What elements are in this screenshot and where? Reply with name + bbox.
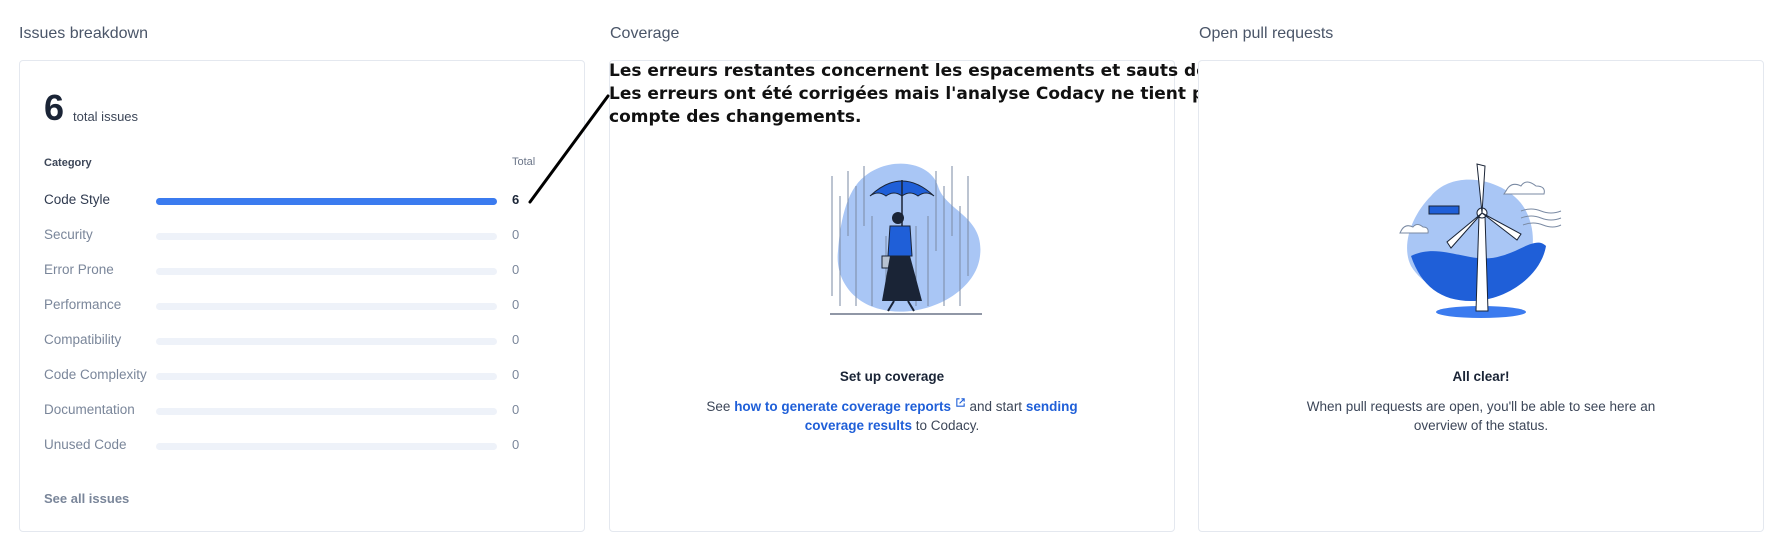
category-bar-track bbox=[156, 303, 497, 310]
category-row[interactable]: Error Prone 0 bbox=[20, 262, 584, 282]
annotation-line: compte des changements. bbox=[609, 107, 862, 127]
category-count: 0 bbox=[512, 437, 520, 452]
all-clear-text: When pull requests are open, you'll be a… bbox=[1199, 397, 1763, 435]
issues-breakdown-card: 6 total issues Category Total Code Style… bbox=[19, 60, 585, 532]
annotation-note: Les erreurs restantes concernent les esp… bbox=[609, 60, 1278, 129]
setup-coverage-text: See how to generate coverage reports and… bbox=[610, 397, 1174, 435]
category-header: Category bbox=[44, 157, 92, 169]
category-row[interactable]: Unused Code 0 bbox=[20, 437, 584, 457]
category-count: 0 bbox=[512, 332, 520, 347]
category-row[interactable]: Code Style 6 bbox=[20, 192, 584, 212]
category-label: Code Complexity bbox=[44, 367, 147, 382]
setup-coverage-title: Set up coverage bbox=[839, 369, 945, 384]
category-count: 0 bbox=[512, 262, 520, 277]
coverage-text-and-start: and start bbox=[969, 399, 1023, 414]
total-issues-count: 6 bbox=[44, 87, 65, 128]
category-row[interactable]: Code Complexity 0 bbox=[20, 367, 584, 387]
category-label: Code Style bbox=[44, 192, 111, 207]
coverage-text-see: See bbox=[706, 399, 731, 414]
sending-coverage-results-link-part1[interactable]: sending bbox=[1026, 399, 1078, 414]
all-clear-title: All clear! bbox=[1452, 369, 1510, 384]
category-bar-track bbox=[156, 198, 497, 205]
category-bar-track bbox=[156, 373, 497, 380]
category-bar-fill bbox=[156, 198, 497, 205]
see-all-issues-link[interactable]: See all issues bbox=[44, 491, 129, 506]
category-bar-track bbox=[156, 338, 497, 345]
annotation-arrow-line bbox=[528, 94, 610, 204]
category-label: Documentation bbox=[44, 402, 135, 417]
annotation-line: Les erreurs restantes concernent les esp… bbox=[609, 61, 1278, 81]
coverage-card: Set up coverage See how to generate cove… bbox=[609, 60, 1175, 532]
wind-turbine-illustration bbox=[1399, 163, 1562, 318]
category-label: Security bbox=[44, 227, 93, 242]
category-bar-track bbox=[156, 408, 497, 415]
category-count: 0 bbox=[512, 367, 520, 382]
annotation-line: Les erreurs ont été corrigées mais l'ana… bbox=[609, 84, 1226, 104]
category-bar-track bbox=[156, 233, 497, 240]
category-label: Unused Code bbox=[44, 437, 127, 452]
category-bar-track bbox=[156, 268, 497, 275]
pull-requests-card: All clear! When pull requests are open, … bbox=[1198, 60, 1764, 532]
sending-coverage-results-link-part2[interactable]: coverage results bbox=[805, 418, 912, 433]
generate-coverage-reports-link[interactable]: how to generate coverage reports bbox=[734, 399, 951, 414]
coverage-text-to-codacy: to Codacy. bbox=[915, 418, 980, 433]
category-row[interactable]: Documentation 0 bbox=[20, 402, 584, 422]
category-count: 0 bbox=[512, 297, 520, 312]
total-issues-label: total issues bbox=[73, 109, 139, 124]
umbrella-woman-illustration bbox=[830, 163, 982, 315]
category-row[interactable]: Performance 0 bbox=[20, 297, 584, 317]
category-row[interactable]: Security 0 bbox=[20, 227, 584, 247]
external-link-icon bbox=[956, 398, 965, 407]
category-row[interactable]: Compatibility 0 bbox=[20, 332, 584, 352]
category-label: Performance bbox=[44, 297, 122, 312]
category-count: 0 bbox=[512, 402, 520, 417]
all-clear-line: When pull requests are open, you'll be a… bbox=[1306, 399, 1656, 414]
category-bar-track bbox=[156, 443, 497, 450]
category-count: 6 bbox=[512, 192, 520, 207]
all-clear-line: overview of the status. bbox=[1413, 418, 1549, 433]
category-label: Compatibility bbox=[44, 332, 122, 347]
category-label: Error Prone bbox=[44, 262, 114, 277]
pull-requests-section-title: Open pull requests bbox=[1199, 25, 1334, 42]
coverage-section-title: Coverage bbox=[610, 25, 680, 42]
category-count: 0 bbox=[512, 227, 520, 242]
issues-section-title: Issues breakdown bbox=[19, 25, 148, 42]
